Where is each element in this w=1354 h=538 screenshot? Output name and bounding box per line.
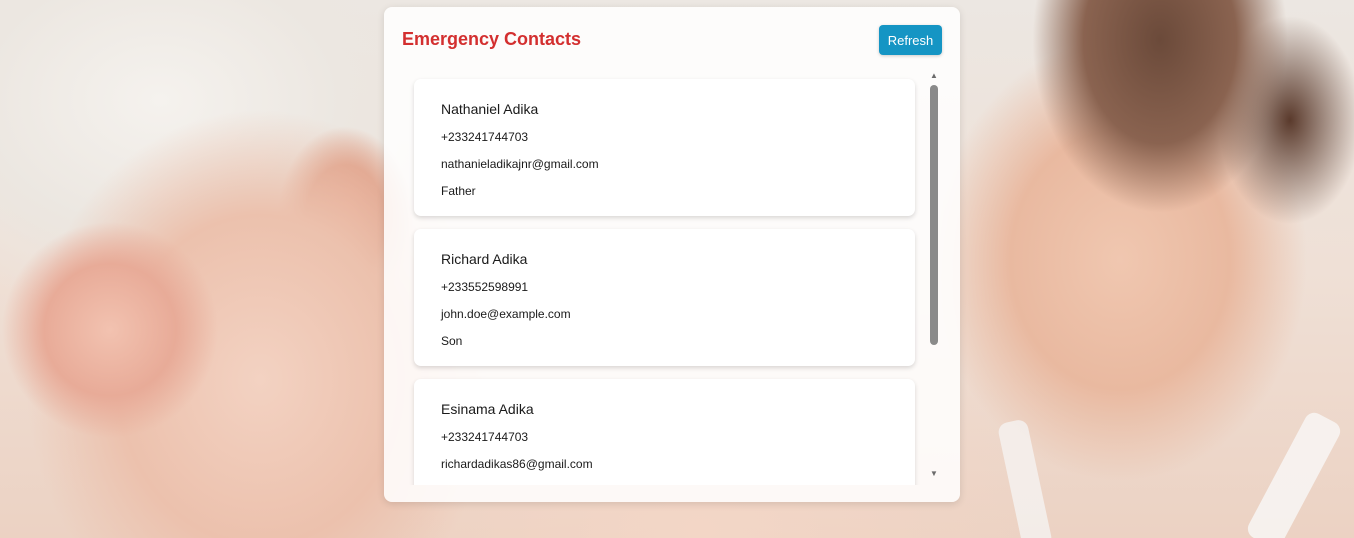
refresh-button[interactable]: Refresh xyxy=(879,25,942,55)
contacts-list[interactable]: Nathaniel Adika +233241744703 nathaniela… xyxy=(408,73,944,485)
contact-card: Nathaniel Adika +233241744703 nathaniela… xyxy=(414,79,915,216)
contact-name: Nathaniel Adika xyxy=(441,101,539,117)
background-strap xyxy=(1244,409,1344,538)
contact-phone: +233241744703 xyxy=(441,130,529,144)
contact-email: richardadikas86@gmail.com xyxy=(441,457,593,471)
contact-phone: +233241744703 xyxy=(441,430,529,444)
contact-email: nathanieladikajnr@gmail.com xyxy=(441,157,599,171)
scrollbar-thumb[interactable] xyxy=(930,85,938,345)
contact-name: Esinama Adika xyxy=(441,401,534,417)
contacts-scrollbar[interactable]: ▲ ▼ xyxy=(928,71,940,485)
contact-card: Richard Adika +233552598991 john.doe@exa… xyxy=(414,229,915,366)
contact-relation: Son xyxy=(441,334,463,348)
triangle-up-icon[interactable]: ▲ xyxy=(929,71,939,81)
contact-phone: +233552598991 xyxy=(441,280,529,294)
contact-email: john.doe@example.com xyxy=(441,307,571,321)
background-strap xyxy=(996,418,1054,538)
panel-title: Emergency Contacts xyxy=(402,29,582,49)
triangle-down-icon[interactable]: ▼ xyxy=(929,469,939,479)
contact-card: Esinama Adika +233241744703 richardadika… xyxy=(414,379,915,485)
contact-relation: Father xyxy=(441,184,476,198)
emergency-contacts-panel: Emergency Contacts Refresh Nathaniel Adi… xyxy=(384,7,960,502)
contact-name: Richard Adika xyxy=(441,251,528,267)
